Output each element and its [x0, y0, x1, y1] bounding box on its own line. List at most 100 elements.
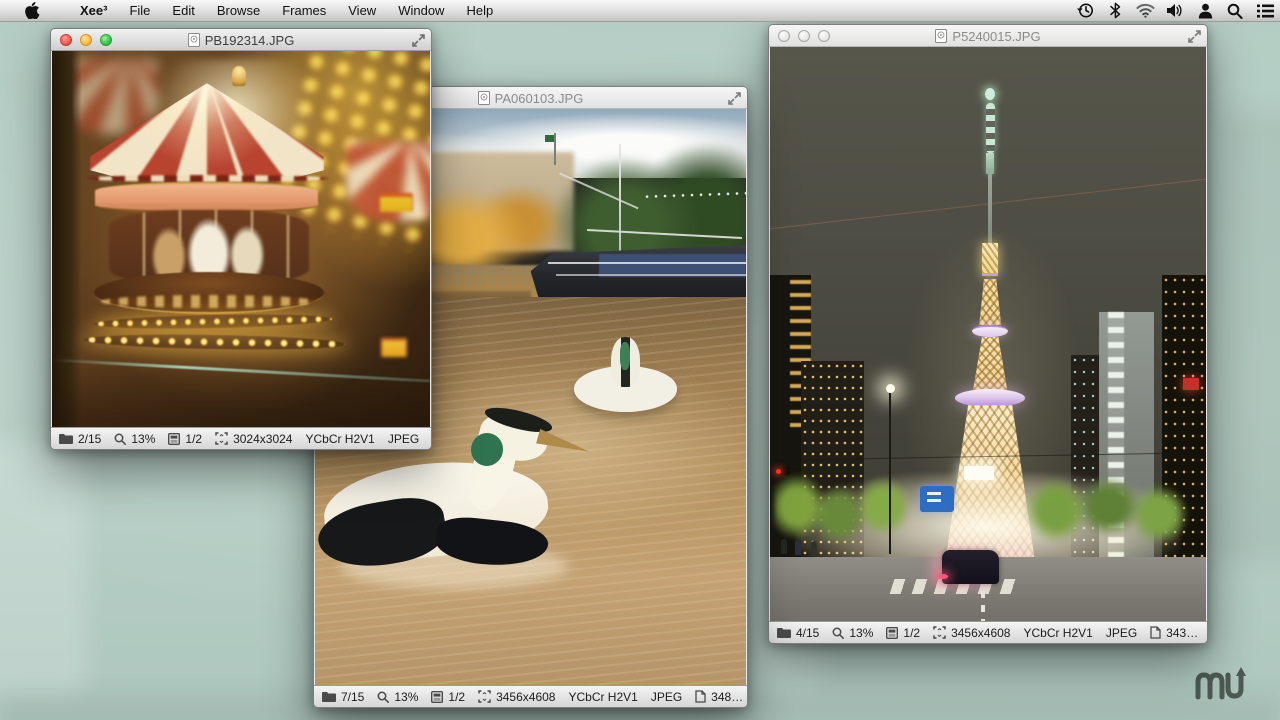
canopy-scallop-edge — [86, 175, 328, 182]
volume-icon — [1167, 3, 1184, 18]
menu-bar: Xee³ File Edit Browse Frames View Window… — [0, 0, 1280, 22]
apple-menu[interactable] — [14, 0, 51, 22]
colorspace: YCbCr H2V1 — [305, 432, 374, 446]
street-lamp — [886, 384, 895, 393]
street-lamp-pole — [889, 393, 891, 554]
document-icon — [935, 29, 947, 43]
titlebar[interactable]: PB192314.JPG — [51, 29, 431, 51]
menu-edit[interactable]: Edit — [161, 0, 205, 22]
lower-observation-deck — [955, 389, 1025, 407]
menu-app-name[interactable]: Xee³ — [69, 0, 118, 22]
window-p5240015: P5240015.JPG — [768, 24, 1208, 644]
file-size: 348… — [711, 690, 743, 704]
file-format: JPEG — [1106, 626, 1137, 640]
shelf-shadow — [52, 372, 430, 429]
street-trees-right — [1023, 470, 1189, 551]
pedestrians — [781, 539, 787, 554]
file-index-segment: 4/15 — [777, 626, 819, 640]
titlebar[interactable]: P5240015.JPG — [769, 25, 1207, 47]
frame-index: 1/2 — [185, 432, 202, 446]
time-machine-menu[interactable] — [1070, 0, 1100, 22]
wifi-menu[interactable] — [1130, 0, 1160, 22]
spotlight-menu[interactable] — [1220, 0, 1250, 22]
file-size-segment: 343… — [1150, 626, 1198, 640]
file-format: JPEG — [388, 432, 419, 446]
user-menu[interactable] — [1190, 0, 1220, 22]
duck-decoy-back — [574, 337, 677, 418]
image-dimensions: 3456x4608 — [951, 626, 1010, 640]
page-icon — [695, 690, 706, 703]
folder-icon — [59, 433, 73, 444]
status-bar: 7/15 13% 1/2 3456x4608 YCbCr H2V1 JPEG 3… — [314, 685, 747, 707]
window-pb192314: PB192314.JPG — [50, 28, 432, 450]
file-size: 343… — [1166, 626, 1198, 640]
file-index-segment: 2/15 — [59, 432, 101, 446]
file-index-segment: 7/15 — [322, 690, 364, 704]
menu-window[interactable]: Window — [387, 0, 455, 22]
colorspace: YCbCr H2V1 — [568, 690, 637, 704]
frame-index: 1/2 — [448, 690, 465, 704]
fullscreen-button[interactable] — [411, 33, 426, 48]
window-title-text: P5240015.JPG — [952, 29, 1040, 44]
time-machine-icon — [1077, 2, 1094, 19]
gain-tower — [982, 243, 998, 276]
duck-nape — [620, 342, 630, 370]
lane-marking — [981, 591, 985, 623]
traffic-signal — [774, 467, 790, 475]
spotlight-icon — [1227, 3, 1243, 19]
filmstrip-icon — [431, 691, 443, 703]
fullscreen-button[interactable] — [727, 91, 742, 106]
ship-tarp — [599, 254, 746, 277]
antenna-discs — [986, 103, 995, 153]
carousel-finial — [232, 66, 246, 86]
image-view-p5240015[interactable] — [770, 47, 1206, 623]
fullscreen-button[interactable] — [1187, 29, 1202, 44]
colorspace: YCbCr H2V1 — [1023, 626, 1092, 640]
photo-skytree-night — [770, 47, 1206, 623]
filmstrip-icon — [168, 433, 180, 445]
desktop-blur-shape — [0, 440, 86, 695]
white-billboard — [964, 466, 994, 480]
image-view-pb192314[interactable] — [52, 51, 430, 429]
zoom-level: 13% — [394, 690, 418, 704]
user-icon — [1198, 3, 1213, 19]
selection-icon — [478, 690, 491, 703]
menu-frames[interactable]: Frames — [271, 0, 337, 22]
selection-icon — [933, 626, 946, 639]
yellow-price-sign — [381, 338, 407, 357]
filmstrip-icon — [886, 627, 898, 639]
platform-filigree — [101, 295, 316, 308]
notification-center-menu[interactable] — [1250, 0, 1280, 22]
menu-browse[interactable]: Browse — [206, 0, 271, 22]
file-index: 4/15 — [796, 626, 819, 640]
bluetooth-menu[interactable] — [1100, 0, 1130, 22]
desktop-blur-shape — [1213, 110, 1280, 560]
flag — [554, 133, 556, 165]
notification-list-icon — [1257, 4, 1274, 18]
macupdate-mu-logo-icon — [1190, 664, 1252, 704]
menu-file[interactable]: File — [118, 0, 161, 22]
document-icon — [478, 91, 490, 105]
red-sign — [1183, 378, 1199, 390]
street-trees-left — [774, 470, 918, 551]
frame-segment: 1/2 — [431, 690, 465, 704]
dimensions-segment: 3456x4608 — [933, 626, 1010, 640]
selection-icon — [215, 432, 228, 445]
window-title-text: PA060103.JPG — [495, 91, 584, 106]
duck-beak — [536, 429, 592, 458]
file-format: JPEG — [651, 690, 682, 704]
volume-menu[interactable] — [1160, 0, 1190, 22]
magnifier-icon — [377, 691, 389, 703]
file-index: 7/15 — [341, 690, 364, 704]
apple-icon — [25, 2, 40, 19]
zoom-segment: 13% — [114, 432, 155, 446]
frame-index: 1/2 — [903, 626, 920, 640]
image-dimensions: 3456x4608 — [496, 690, 555, 704]
zoom-segment: 13% — [832, 626, 873, 640]
antenna-cylinder — [986, 153, 994, 174]
page-icon — [1150, 626, 1161, 639]
folder-icon — [322, 691, 336, 702]
wifi-icon — [1136, 3, 1155, 18]
menu-view[interactable]: View — [337, 0, 387, 22]
menu-help[interactable]: Help — [455, 0, 504, 22]
